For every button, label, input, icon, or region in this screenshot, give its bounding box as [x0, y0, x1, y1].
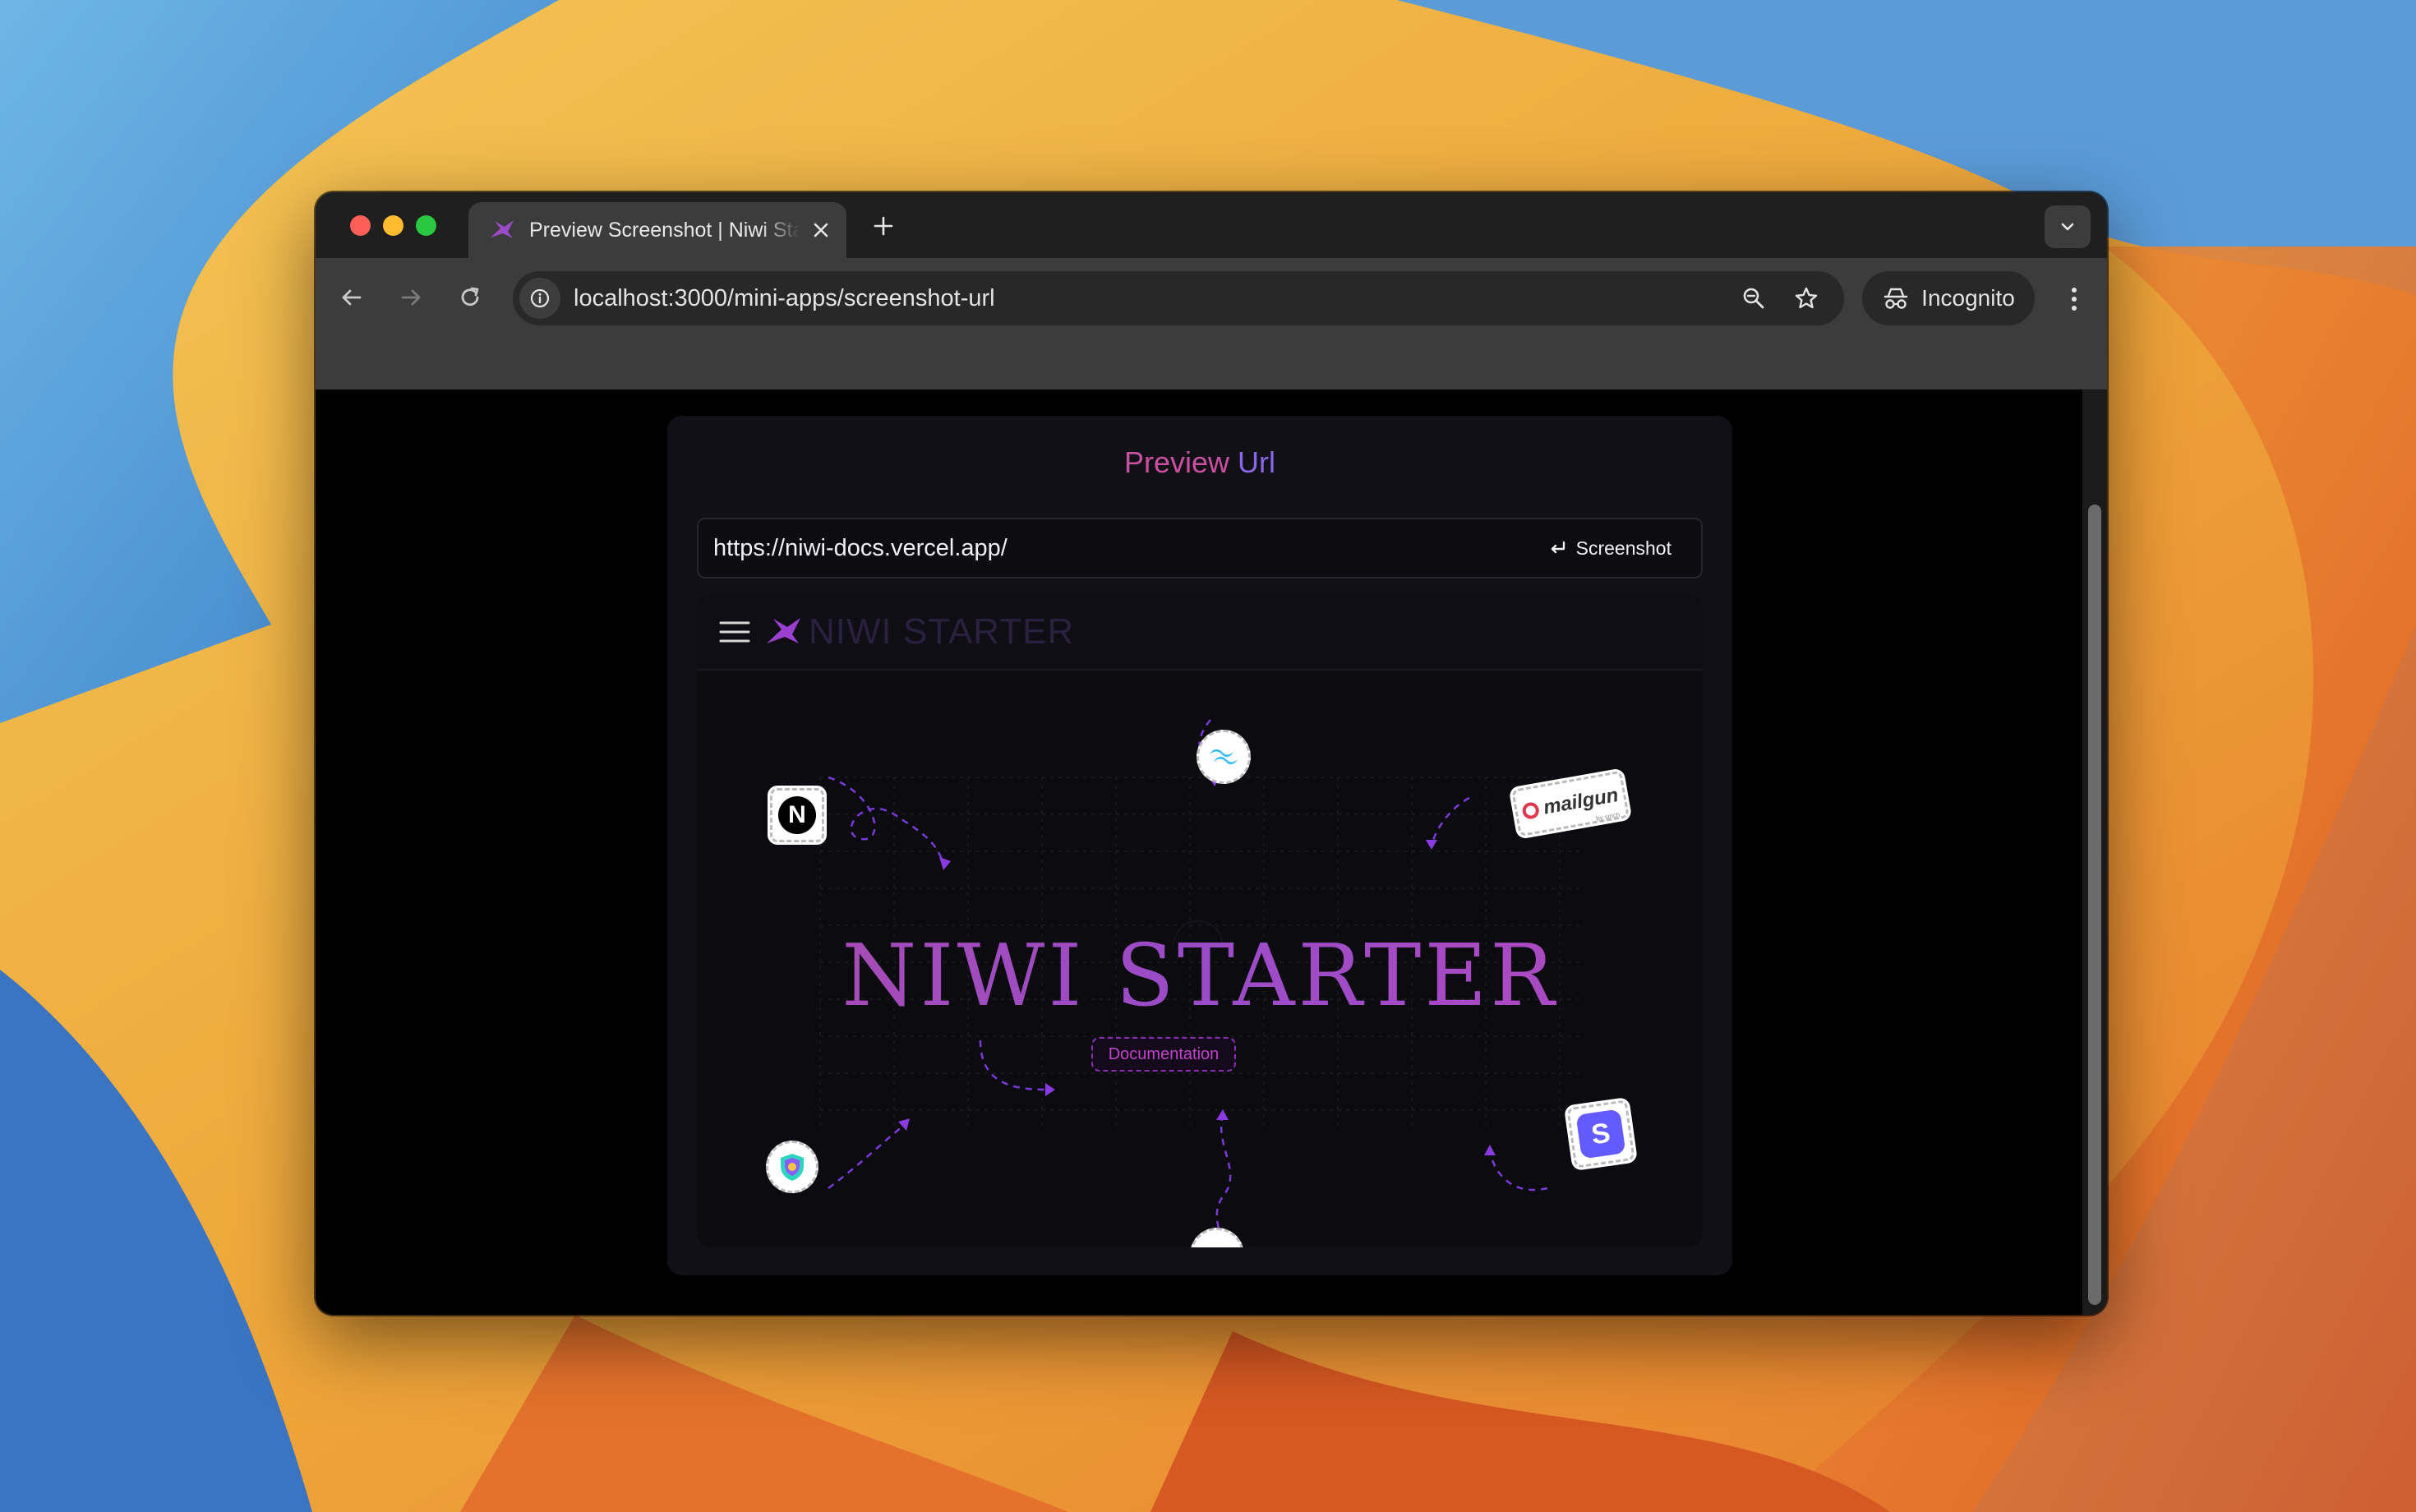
- site-info-button[interactable]: [519, 278, 560, 319]
- security-logo: [766, 1141, 818, 1193]
- forward-button[interactable]: [393, 279, 429, 316]
- arrow-right-icon: [401, 289, 421, 306]
- tailwind-logo: [1196, 730, 1251, 784]
- arrow-left-icon: [342, 289, 362, 306]
- bookmark-button[interactable]: [1791, 284, 1821, 313]
- tab-strip: Preview Screenshot | Niwi Starter: [316, 192, 2107, 258]
- info-icon: [530, 288, 550, 308]
- tailwind-icon: [1210, 749, 1238, 765]
- stripe-logo: S: [1563, 1096, 1639, 1172]
- zoom-icon: [1743, 288, 1764, 309]
- screenshot-preview: NIWI STARTER NIWI STARTER Documentation …: [697, 595, 1703, 1247]
- preview-brand-name: NIWI STARTER: [809, 611, 1075, 652]
- reload-button[interactable]: [452, 279, 488, 316]
- enter-icon: [1551, 541, 1565, 554]
- title-part-preview: Preview: [1123, 445, 1230, 479]
- preview-navbar: NIWI STARTER: [697, 595, 1703, 671]
- kebab-menu-icon: [2072, 288, 2077, 311]
- tab-title: Preview Screenshot | Niwi Starter: [529, 218, 800, 242]
- address-url: localhost:3000/mini-apps/screenshot-url: [574, 284, 995, 311]
- nextjs-icon: N: [778, 796, 816, 834]
- reload-icon: [461, 287, 479, 307]
- back-button[interactable]: [334, 279, 370, 316]
- incognito-label: Incognito: [1921, 285, 2015, 311]
- url-input[interactable]: [699, 519, 1533, 577]
- browser-toolbar: localhost:3000/mini-apps/screenshot-url: [316, 258, 2107, 390]
- tab-preview-screenshot[interactable]: Preview Screenshot | Niwi Starter: [468, 202, 846, 258]
- browser-window: Preview Screenshot | Niwi Starter: [316, 192, 2107, 1315]
- scrollbar-track[interactable]: [2082, 390, 2107, 1315]
- address-bar[interactable]: localhost:3000/mini-apps/screenshot-url: [513, 271, 1844, 325]
- shield-icon: [781, 1154, 804, 1181]
- incognito-icon: [1883, 288, 1908, 309]
- niwi-bird-icon: [491, 220, 514, 238]
- plus-icon[interactable]: [869, 212, 897, 240]
- chevron-down-icon: [2061, 223, 2074, 231]
- preview-url-card: Preview Url Screenshot: [667, 416, 1732, 1275]
- title-part-url: Url: [1238, 445, 1276, 479]
- browser-menu-button[interactable]: [2058, 281, 2091, 317]
- minimize-window-button[interactable]: [383, 215, 403, 236]
- page-viewport: Preview Url Screenshot: [316, 390, 2107, 1315]
- tab-search-button[interactable]: [2045, 205, 2091, 248]
- close-window-button[interactable]: [350, 215, 371, 236]
- incognito-profile-button[interactable]: Incognito: [1862, 271, 2035, 325]
- scrollbar-thumb[interactable]: [2088, 505, 2101, 1305]
- mailgun-sub-label: by sinch: [1595, 810, 1621, 823]
- zoom-window-button[interactable]: [416, 215, 436, 236]
- nextjs-logo: N: [768, 786, 827, 845]
- mailgun-icon: [1521, 800, 1541, 821]
- hamburger-icon: [718, 615, 751, 648]
- hero-title: NIWI STARTER: [697, 925, 1703, 1026]
- niwi-logo-icon: [767, 618, 800, 643]
- url-form: Screenshot: [697, 518, 1703, 579]
- zoom-button[interactable]: [1739, 284, 1768, 313]
- close-icon[interactable]: [809, 218, 833, 242]
- page-title: Preview Url: [667, 445, 1732, 480]
- star-icon: [1795, 287, 1818, 309]
- screenshot-button[interactable]: Screenshot: [1533, 528, 1701, 569]
- documentation-button[interactable]: Documentation: [1091, 1037, 1236, 1072]
- stripe-icon: S: [1575, 1109, 1626, 1159]
- screenshot-button-label: Screenshot: [1575, 537, 1671, 559]
